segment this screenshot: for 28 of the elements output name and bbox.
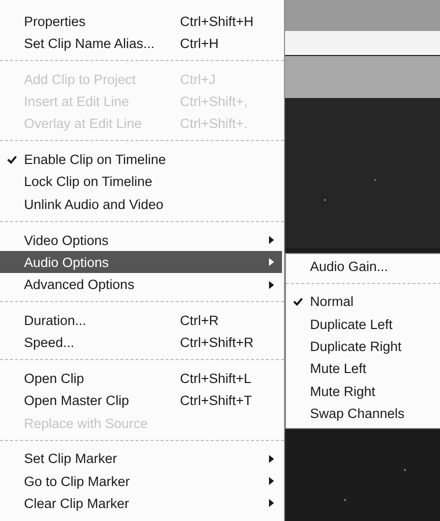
menu-item[interactable]: Mute Left bbox=[286, 358, 440, 380]
submenu-arrow-icon bbox=[269, 499, 274, 508]
submenu-arrow-icon bbox=[269, 477, 274, 486]
menu-item[interactable]: Audio Gain... bbox=[286, 255, 440, 278]
menu-item[interactable]: Unlink Audio and Video bbox=[0, 193, 282, 216]
menu-item[interactable]: Duplicate Left bbox=[286, 313, 440, 336]
menu-item[interactable]: Speed... Ctrl+Shift+R bbox=[0, 332, 282, 354]
submenu-arrow-icon bbox=[269, 454, 274, 463]
menu-item[interactable]: Duration... Ctrl+R bbox=[0, 309, 282, 332]
menu-item[interactable]: Lock Clip on Timeline bbox=[0, 170, 282, 194]
menu-item[interactable]: Open Clip Ctrl+Shift+L bbox=[0, 367, 282, 390]
menu-item[interactable]: Clear Clip Marker bbox=[0, 492, 282, 515]
menu-item[interactable]: Duplicate Right bbox=[286, 335, 440, 358]
menu-item[interactable]: Audio Options bbox=[0, 251, 282, 274]
menu-item[interactable]: Set Clip Name Alias... Ctrl+H bbox=[0, 32, 282, 55]
submenu-arrow-icon bbox=[269, 280, 274, 289]
menu-item[interactable]: Mute Right bbox=[286, 380, 440, 402]
menu-item[interactable]: Advanced Options bbox=[0, 273, 282, 296]
menu-item[interactable]: Open Master Clip Ctrl+Shift+T bbox=[0, 390, 282, 412]
menu-item[interactable]: Set Clip Marker bbox=[0, 448, 282, 470]
menu-item[interactable]: Normal bbox=[286, 290, 440, 314]
menu-item[interactable]: Go to Clip Marker bbox=[0, 470, 282, 492]
submenu-arrow-icon bbox=[269, 258, 274, 266]
submenu-arrow-icon bbox=[269, 236, 274, 244]
menu-item[interactable]: Swap Channels bbox=[286, 402, 440, 425]
menu-item[interactable]: Properties Ctrl+Shift+H bbox=[0, 10, 282, 32]
menu-item[interactable]: Enable Clip on Timeline bbox=[0, 148, 282, 171]
menu-item[interactable]: Video Options bbox=[0, 228, 282, 252]
